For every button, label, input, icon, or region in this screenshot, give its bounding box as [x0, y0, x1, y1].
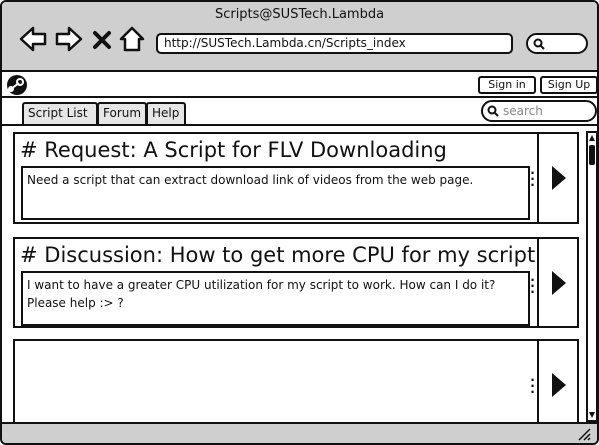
sign-up-button[interactable]: Sign Up [540, 76, 597, 94]
forward-arrow-icon[interactable] [54, 24, 84, 54]
browser-window: Scripts@SUSTech.Lambda http://SUSTech.La… [0, 0, 599, 445]
steam-logo-icon [7, 75, 27, 95]
open-post-button[interactable] [541, 134, 577, 222]
post-card: # Request: A Script for FLV Downloading … [13, 132, 579, 224]
account-bar: Sign in Sign Up [2, 72, 597, 98]
window-title: Scripts@SUSTech.Lambda [214, 7, 385, 22]
divider [537, 341, 539, 423]
play-arrow-icon [552, 373, 566, 397]
drag-handle[interactable]: · · · [530, 167, 535, 191]
post-card: · · · [13, 339, 579, 425]
home-icon[interactable] [119, 24, 145, 54]
post-card: # Discussion: How to get more CPU for my… [13, 237, 579, 328]
drag-handle[interactable]: · · · [530, 374, 535, 398]
open-post-button[interactable] [541, 239, 577, 326]
scroll-thumb[interactable] [589, 145, 595, 165]
tab-forum[interactable]: Forum [97, 102, 147, 124]
close-icon[interactable] [91, 24, 113, 54]
scroll-down-icon[interactable] [588, 410, 596, 420]
vertical-scrollbar[interactable] [586, 131, 597, 422]
search-placeholder: search [503, 104, 543, 118]
post-list: # Request: A Script for FLV Downloading … [2, 126, 597, 425]
toolbar-search-box[interactable] [526, 33, 588, 54]
sign-in-button[interactable]: Sign in [478, 76, 536, 94]
tab-script-list[interactable]: Script List [22, 102, 98, 124]
status-bar [2, 422, 597, 443]
address-bar[interactable]: http://SUSTech.Lambda.cn/Scripts_index [156, 33, 513, 54]
play-arrow-icon [552, 166, 566, 190]
scroll-up-icon[interactable] [588, 133, 596, 143]
divider [537, 239, 539, 326]
drag-handle[interactable]: · · · [530, 274, 535, 298]
back-arrow-icon[interactable] [18, 24, 48, 54]
search-icon [533, 38, 545, 50]
post-title: # Request: A Script for FLV Downloading [20, 138, 447, 162]
tab-bar: Script List Forum Help search [2, 98, 597, 126]
resize-grip-icon[interactable] [577, 427, 591, 441]
search-icon [487, 105, 499, 117]
post-body: I want to have a greater CPU utilization… [21, 271, 530, 326]
divider [537, 134, 539, 222]
play-arrow-icon [552, 271, 566, 295]
open-post-button[interactable] [541, 341, 577, 423]
post-title: # Discussion: How to get more CPU for my… [20, 243, 535, 267]
tab-help[interactable]: Help [146, 102, 186, 124]
browser-toolbar: Scripts@SUSTech.Lambda http://SUSTech.La… [2, 2, 597, 72]
post-body: Need a script that can extract download … [21, 166, 530, 220]
search-input[interactable]: search [481, 100, 597, 122]
